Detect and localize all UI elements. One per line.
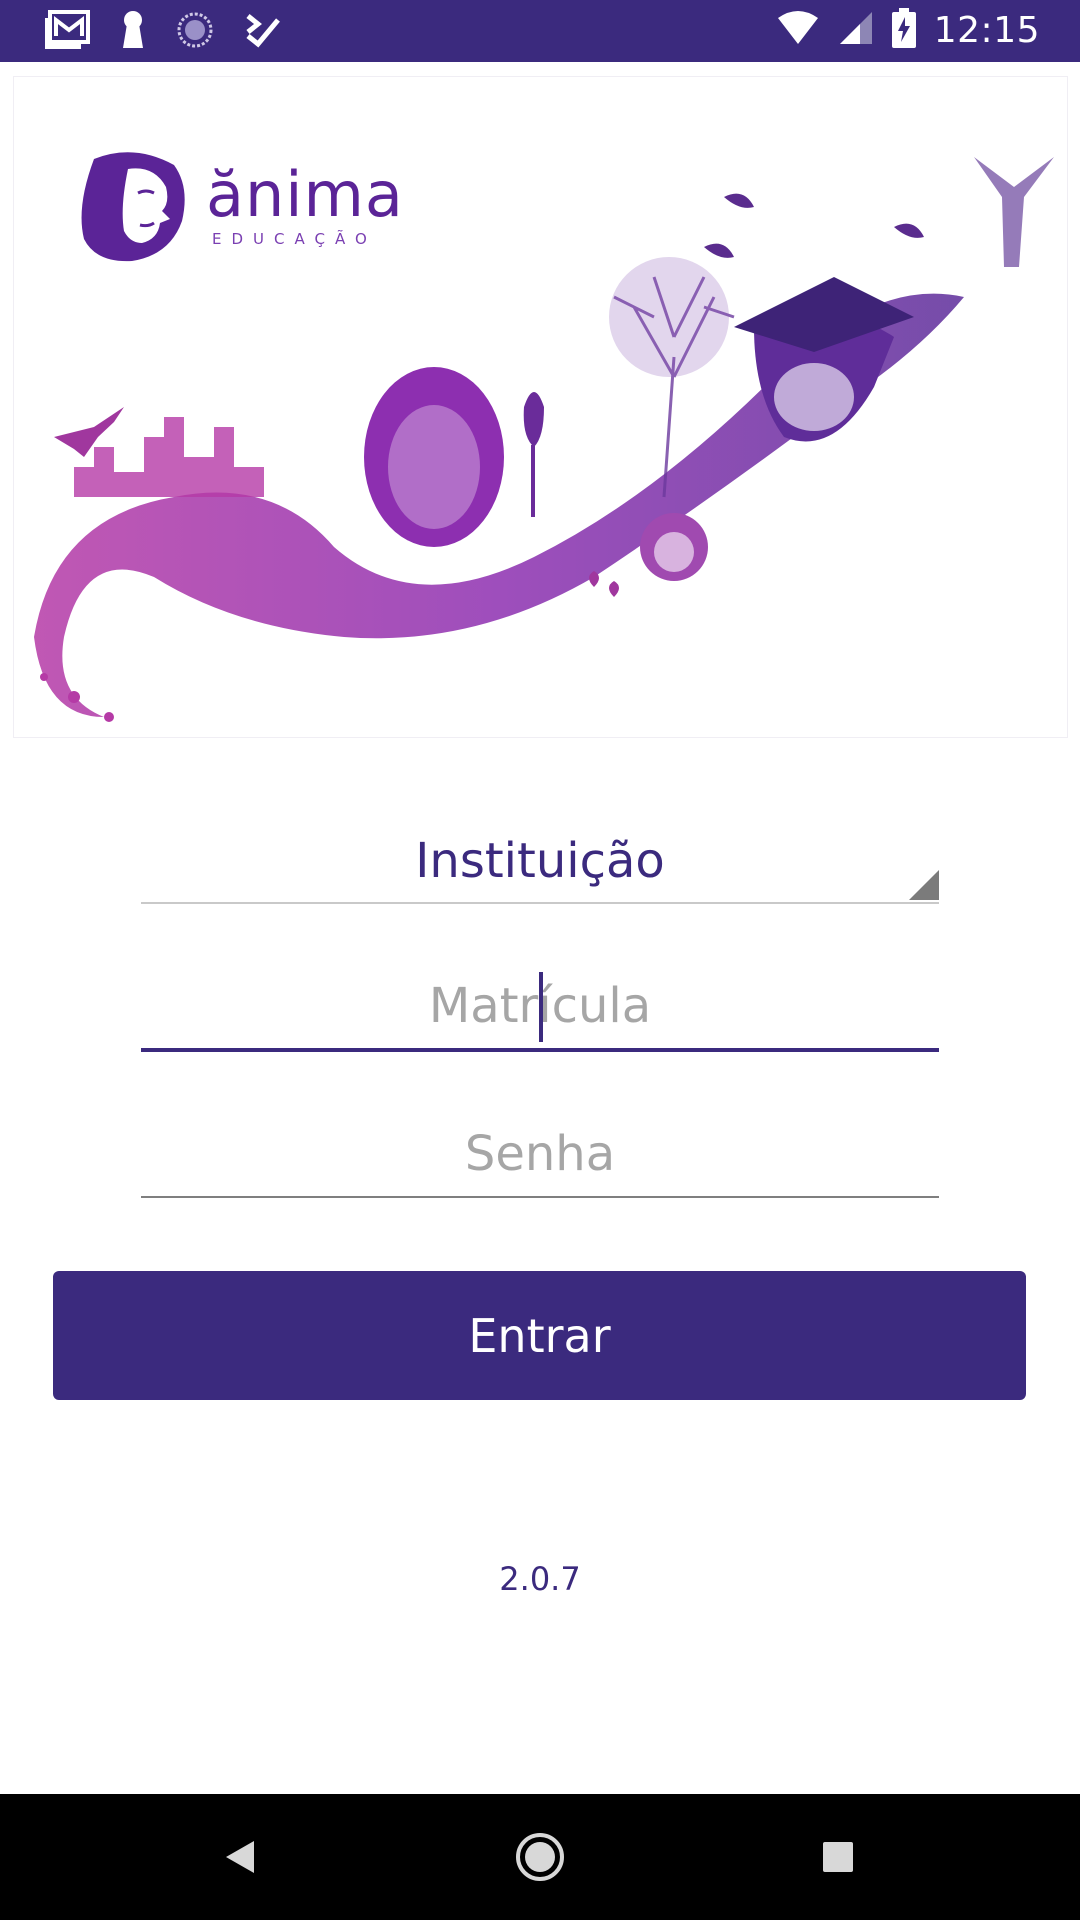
sync-icon (176, 11, 214, 54)
text-cursor (539, 972, 543, 1042)
matricula-field (141, 966, 939, 1052)
senha-input[interactable] (141, 1114, 939, 1194)
home-button[interactable] (507, 1824, 573, 1890)
wifi-icon (776, 10, 820, 51)
notification-icons (44, 10, 280, 55)
senha-field (141, 1114, 939, 1198)
home-circle-icon (516, 1833, 564, 1881)
battery-charging-icon (891, 8, 916, 53)
system-icons: 12:15 (776, 8, 1040, 53)
keyhole-icon (120, 10, 146, 55)
back-triangle-icon (226, 1841, 254, 1873)
banner-image: ănima EDUCAÇÃO (13, 76, 1068, 738)
institution-select-label: Instituição (415, 833, 665, 889)
status-time: 12:15 (933, 10, 1040, 51)
recents-square-icon (823, 1842, 853, 1872)
navigation-bar (0, 1794, 1080, 1920)
back-button[interactable] (207, 1824, 273, 1890)
recents-button[interactable] (805, 1824, 871, 1890)
login-form: Instituição (141, 820, 939, 1198)
login-button[interactable]: Entrar (53, 1271, 1026, 1400)
signal-icon (838, 10, 874, 51)
illustration-artwork (34, 157, 1054, 722)
institution-select[interactable]: Instituição (141, 820, 939, 904)
check-list-icon (244, 12, 280, 53)
dropdown-triangle-icon (909, 870, 939, 900)
app-version: 2.0.7 (499, 1560, 581, 1598)
gallery-icon (44, 10, 90, 55)
status-bar: 12:15 (0, 0, 1080, 62)
